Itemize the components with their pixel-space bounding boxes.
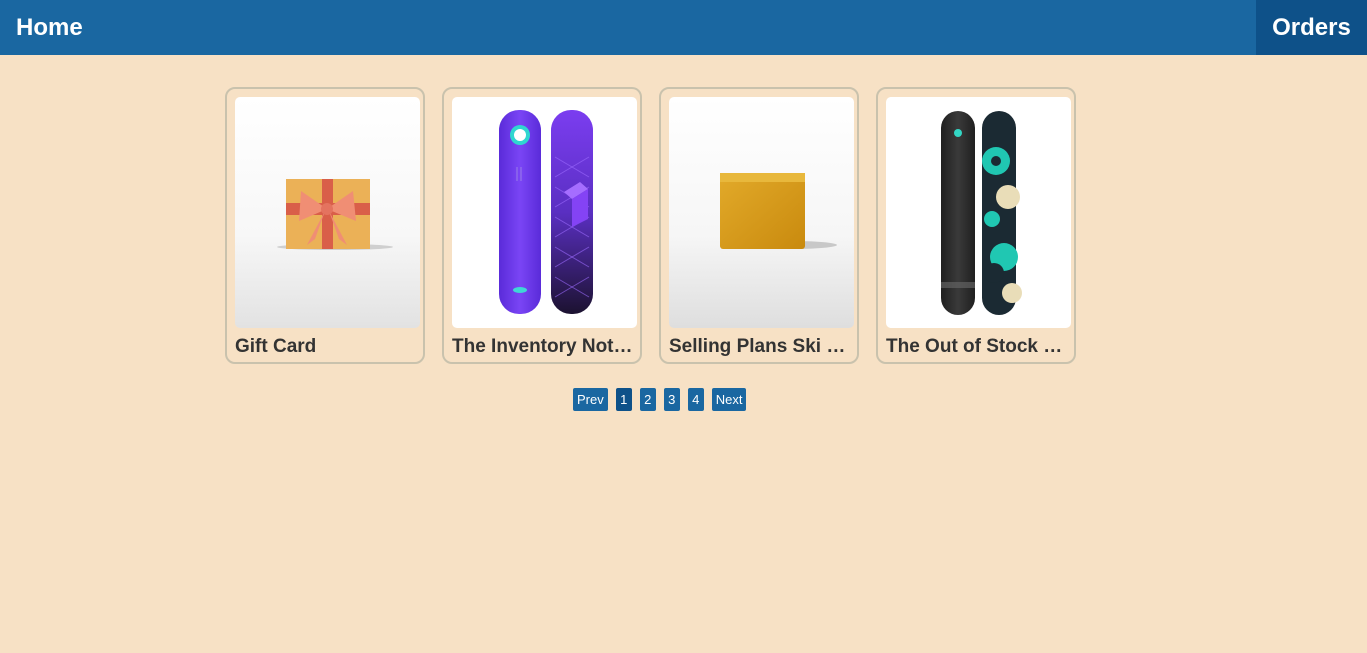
product-card-out-of-stock[interactable]: The Out of Stock Snowboard [876,87,1076,364]
ski-wax-image [669,97,854,328]
next-page-button[interactable]: Next [711,388,747,411]
page-1-button[interactable]: 1 [615,388,632,411]
page-3-button[interactable]: 3 [663,388,680,411]
product-title: The Inventory Not Tracked Snowboard [452,336,637,357]
dark-teal-snowboards-image [886,97,1071,328]
home-link[interactable]: Home [0,0,99,55]
product-grid: Gift Card The Inventory Not Tr Selling P… [225,87,1076,364]
pagination: Prev 1 2 3 4 Next [573,388,747,411]
product-title: The Out of Stock Snowboard [886,336,1071,357]
gift-box-image [235,97,420,328]
purple-snowboards-image [452,97,637,328]
top-nav-bar: Home Orders [0,0,1367,55]
product-title: Gift Card [235,336,317,357]
page-4-button[interactable]: 4 [687,388,704,411]
orders-link[interactable]: Orders [1256,0,1367,55]
prev-page-button[interactable]: Prev [573,388,608,411]
page-2-button[interactable]: 2 [639,388,656,411]
product-card-inventory-not-tracked[interactable]: The Inventory Not Tracked Snowboard [442,87,642,364]
product-card-gift-card[interactable]: Gift Card [225,87,425,364]
product-card-ski-wax[interactable]: Selling Plans Ski Wax [659,87,859,364]
product-title: Selling Plans Ski Wax [669,336,854,357]
